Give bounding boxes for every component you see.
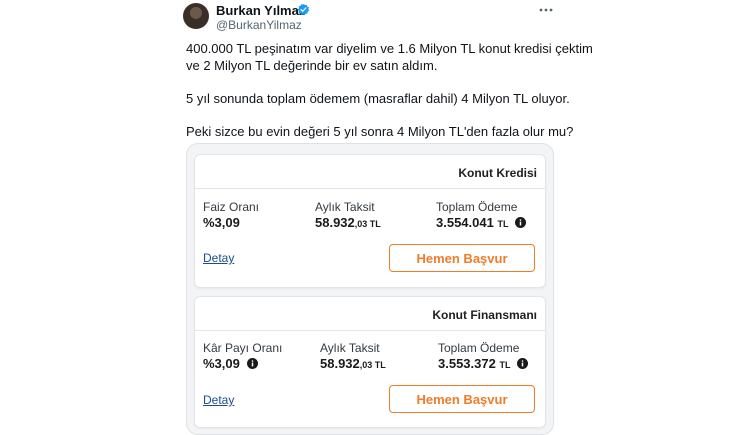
total-payment-label: Toplam Ödeme (436, 200, 518, 214)
apply-now-button[interactable]: Hemen Başvur (389, 244, 535, 272)
monthly-payment-label: Aylık Taksit (315, 200, 375, 214)
monthly-payment-main: 58.932 (315, 215, 355, 230)
author-handle[interactable]: @BurkanYilmaz (216, 18, 302, 32)
profit-rate-label: Kâr Payı Oranı (203, 341, 283, 355)
info-icon[interactable] (246, 358, 258, 370)
total-payment-main: 3.554.041 (436, 215, 494, 230)
profit-rate-value-text: %3,09 (203, 356, 240, 371)
more-options-icon[interactable] (538, 2, 554, 18)
rate-value-text: %3,09 (203, 215, 240, 230)
verified-badge-icon (297, 3, 310, 16)
monthly-payment-value: 58.932,03 TL (320, 356, 386, 371)
profit-rate-value: %3,09 (203, 356, 258, 371)
total-payment-unit: TL (497, 219, 509, 229)
rate-label: Faiz Oranı (203, 200, 260, 214)
divider (195, 330, 545, 331)
loan-card: Konut Kredisi Faiz Oranı %3,09 Aylık Tak… (194, 154, 546, 288)
tweet-text-line: Peki sizce bu evin değeri 5 yıl sonra 4 … (186, 124, 574, 139)
total-payment-value: 3.553.372 TL (438, 356, 529, 371)
total-payment-main: 3.553.372 (438, 356, 496, 371)
avatar[interactable] (183, 3, 209, 29)
monthly-payment-label: Aylık Taksit (320, 341, 380, 355)
apply-now-button[interactable]: Hemen Başvur (389, 385, 535, 413)
card-title: Konut Finansmanı (432, 308, 537, 322)
author-name[interactable]: Burkan Yılmaz (216, 3, 305, 18)
detail-link[interactable]: Detay (203, 251, 234, 265)
tweet-text-line: ve 2 Milyon TL değerinde bir ev satın al… (186, 58, 438, 73)
info-icon[interactable] (515, 217, 527, 229)
tweet-text-line: 5 yıl sonunda toplam ödemem (masraflar d… (186, 91, 570, 106)
rate-value: %3,09 (203, 215, 240, 230)
monthly-payment-main: 58.932 (320, 356, 360, 371)
total-payment-value: 3.554.041 TL (436, 215, 527, 230)
monthly-payment-cents: ,03 TL (354, 219, 381, 229)
total-payment-label: Toplam Ödeme (438, 341, 520, 355)
monthly-payment-cents: ,03 TL (359, 360, 386, 370)
monthly-payment-value: 58.932,03 TL (315, 215, 381, 230)
total-payment-unit: TL (499, 360, 511, 370)
divider (195, 188, 545, 189)
financing-card: Konut Finansmanı Kâr Payı Oranı %3,09 Ay… (194, 296, 546, 428)
detail-link[interactable]: Detay (203, 393, 234, 407)
info-icon[interactable] (517, 358, 529, 370)
card-title: Konut Kredisi (458, 166, 537, 180)
tweet-text-line: 400.000 TL peşinatım var diyelim ve 1.6 … (186, 41, 593, 56)
